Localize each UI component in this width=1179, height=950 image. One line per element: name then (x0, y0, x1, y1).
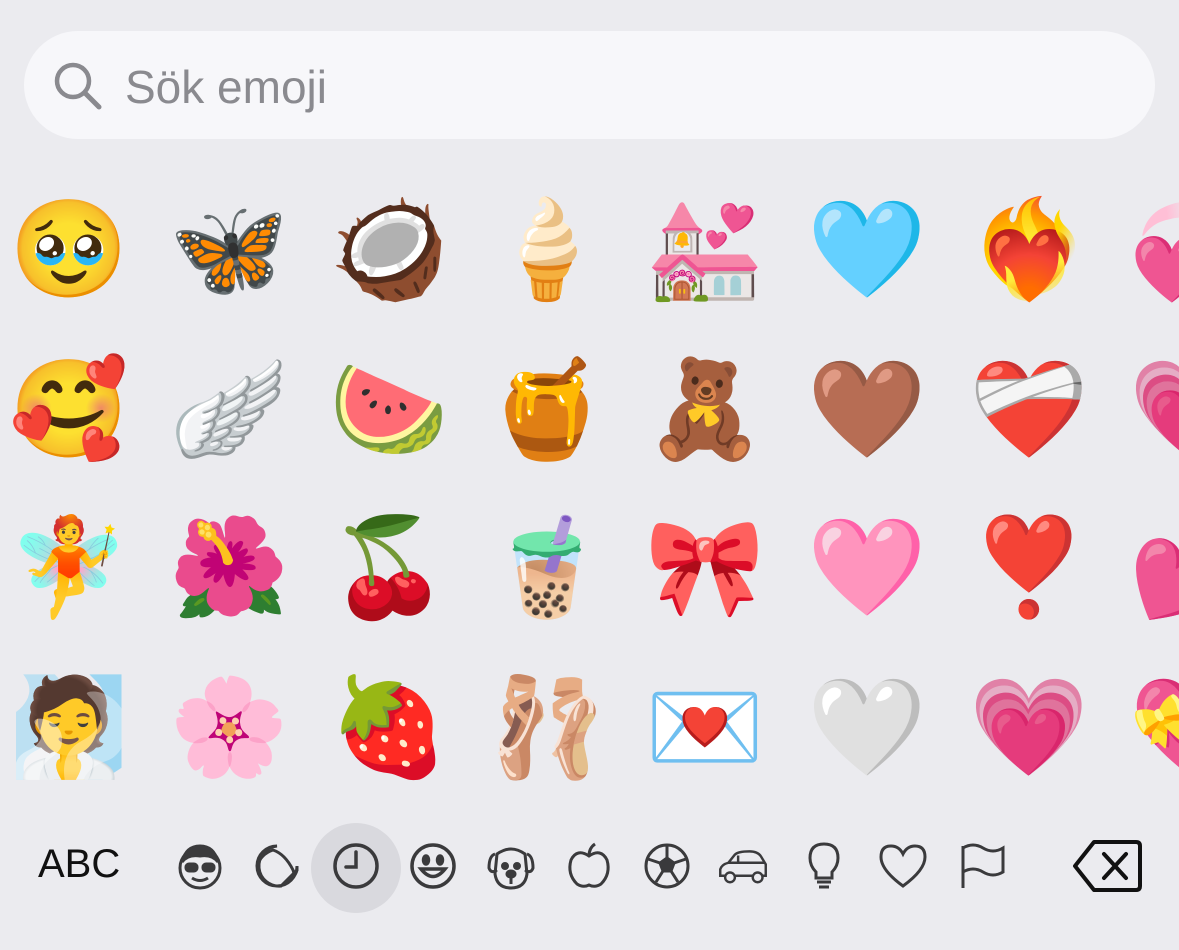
emoji-key[interactable]: 🥹 (9, 190, 129, 308)
emoji-key[interactable]: ❤️‍🔥 (969, 190, 1089, 308)
activity-soccer-icon[interactable] (639, 838, 695, 894)
emoji-key[interactable]: ❣️ (969, 508, 1089, 626)
flags-icon[interactable] (953, 838, 1009, 894)
emoji-key[interactable]: 🤎 (807, 350, 927, 468)
stickers-icon[interactable] (249, 838, 305, 894)
emoji-key[interactable]: 🧚 (9, 508, 129, 626)
search-icon (54, 62, 102, 110)
emoji-grid: 🥹 🦋 🥥 🍦 💒 🩵 ❤️‍🔥 💞 🥰 🪽 🍉 🍯 🧸 🤎 ❤️‍🩹 💗 🧚 🌺 🍒 🧋 🎀 🩷 ❣️ 💕 🧖 🌸 🍓 🩰 💌 🤍 💗 💝 (0, 190, 1179, 800)
animals-dog-icon[interactable] (483, 838, 539, 894)
smileys-icon[interactable] (405, 838, 461, 894)
emoji-key[interactable]: 🦋 (169, 190, 289, 308)
emoji-key[interactable]: 💌 (645, 668, 765, 786)
emoji-key[interactable]: 💗 (969, 668, 1089, 786)
emoji-key[interactable]: 🩷 (807, 508, 927, 626)
emoji-key[interactable]: 🍯 (487, 350, 607, 468)
emoji-key[interactable]: 🎀 (645, 508, 765, 626)
abc-button[interactable]: ABC (38, 842, 120, 887)
emoji-key[interactable]: 🧋 (487, 508, 607, 626)
food-apple-icon[interactable] (561, 838, 617, 894)
emoji-key[interactable]: 💗 (1129, 350, 1179, 468)
emoji-key[interactable]: 🪽 (169, 350, 289, 468)
travel-car-icon[interactable] (715, 838, 771, 894)
emoji-key[interactable]: 💝 (1129, 668, 1179, 786)
search-input[interactable] (125, 58, 1025, 116)
emoji-key[interactable]: 🥰 (9, 350, 129, 468)
emoji-key[interactable]: 🌺 (169, 508, 289, 626)
emoji-key[interactable]: 🍦 (487, 190, 607, 308)
emoji-key[interactable]: 🍓 (329, 668, 449, 786)
emoji-key[interactable]: 💒 (645, 190, 765, 308)
emoji-key[interactable]: ❤️‍🩹 (969, 350, 1089, 468)
emoji-key[interactable]: 🥥 (329, 190, 449, 308)
objects-lightbulb-icon[interactable] (796, 838, 852, 894)
emoji-key[interactable]: 🩰 (487, 668, 607, 786)
emoji-key[interactable]: 🍉 (329, 350, 449, 468)
delete-backspace-icon[interactable] (1072, 838, 1142, 894)
emoji-key[interactable]: 🍒 (329, 508, 449, 626)
emoji-key[interactable]: 🤍 (807, 668, 927, 786)
recent-clock-icon[interactable] (328, 838, 384, 894)
symbols-heart-icon[interactable] (875, 838, 931, 894)
emoji-key[interactable]: 🩵 (807, 190, 927, 308)
emoji-key[interactable]: 💞 (1129, 190, 1179, 308)
emoji-key[interactable]: 🧖 (9, 668, 129, 786)
emoji-key[interactable]: 🧸 (645, 350, 765, 468)
memoji-stickers-icon[interactable] (172, 838, 228, 894)
emoji-key[interactable]: 💕 (1129, 508, 1179, 626)
emoji-key[interactable]: 🌸 (169, 668, 289, 786)
